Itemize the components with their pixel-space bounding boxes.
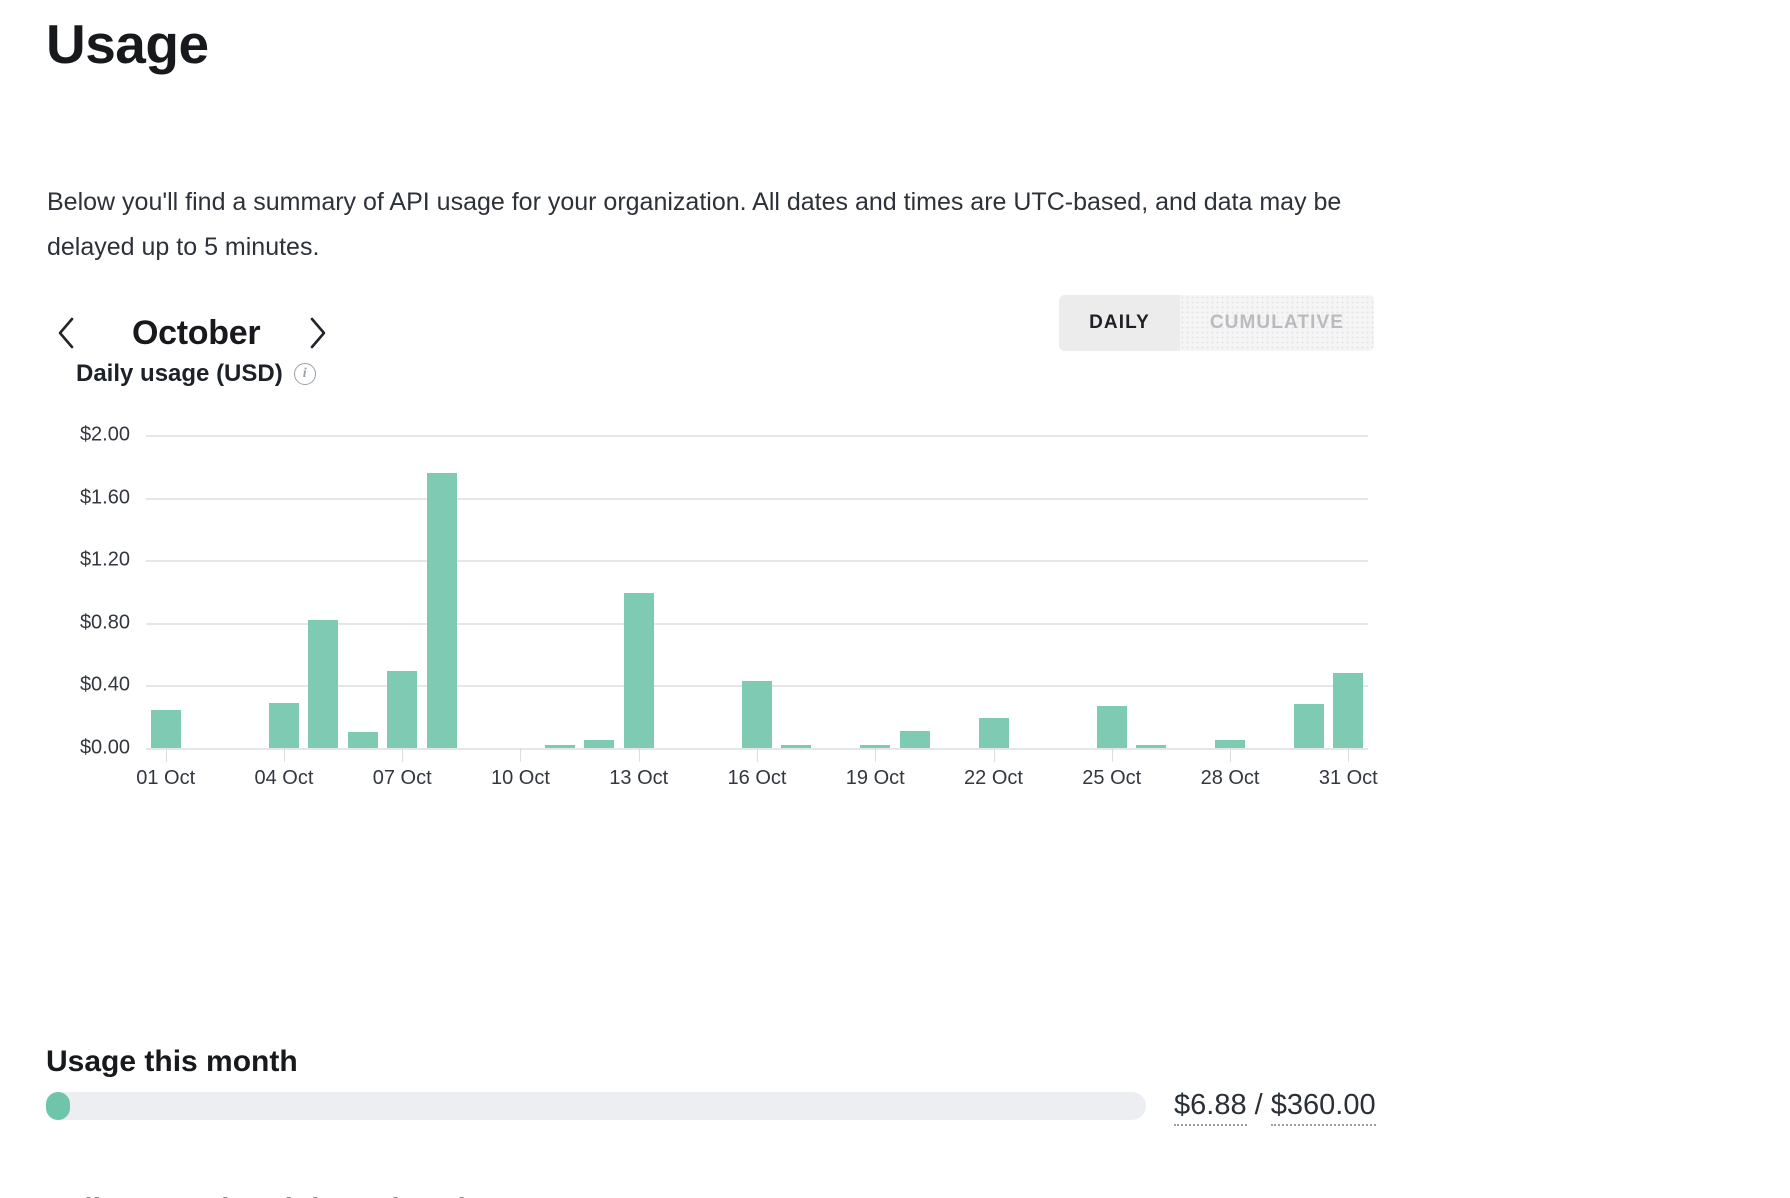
x-axis-tick-label: 25 Oct <box>1082 767 1141 790</box>
x-axis-tick <box>520 748 521 762</box>
x-axis-tick-label: 13 Oct <box>609 767 668 790</box>
y-axis-tick-label: $2.00 <box>20 424 130 447</box>
usage-current-amount: $6.88 <box>1174 1089 1247 1126</box>
chart-bar[interactable] <box>1136 745 1166 748</box>
x-axis-tick <box>284 748 285 762</box>
x-axis-tick-label: 10 Oct <box>491 767 550 790</box>
chart-bar[interactable] <box>1215 740 1245 748</box>
y-axis-tick-label: $0.40 <box>20 674 130 697</box>
x-axis-tick-label: 07 Oct <box>373 767 432 790</box>
chart-bar[interactable] <box>781 745 811 748</box>
page-title: Usage <box>46 12 209 76</box>
chart-bar[interactable] <box>308 620 338 748</box>
x-axis-tick <box>757 748 758 762</box>
chart-bar[interactable] <box>979 718 1009 748</box>
x-axis-tick-label: 31 Oct <box>1319 767 1378 790</box>
x-axis-tick-label: 04 Oct <box>254 767 313 790</box>
toggle-daily[interactable]: DAILY <box>1059 295 1180 351</box>
page-description: Below you'll find a summary of API usage… <box>47 180 1367 269</box>
x-axis-tick-label: 22 Oct <box>964 767 1023 790</box>
x-axis-tick <box>1112 748 1113 762</box>
bar-chart-plot: $0.00$0.40$0.80$1.20$1.60$2.00 01 Oct04 … <box>146 435 1368 748</box>
y-axis-tick-label: $1.20 <box>20 549 130 572</box>
chart-bar[interactable] <box>624 593 654 748</box>
chart-bar[interactable] <box>1333 673 1363 748</box>
usage-progress-row: $6.88 / $360.00 <box>46 1089 1376 1122</box>
chart-bars <box>146 435 1368 748</box>
x-axis-tick <box>402 748 403 762</box>
usage-this-month-title: Usage this month <box>46 1045 298 1079</box>
x-axis-tick <box>1348 748 1349 762</box>
usage-limit-amount: $360.00 <box>1271 1089 1376 1126</box>
toggle-cumulative[interactable]: CUMULATIVE <box>1180 295 1374 351</box>
chart-controls: October DAILY CUMULATIVE <box>44 302 1374 364</box>
x-axis-tick-label: 01 Oct <box>136 767 195 790</box>
y-axis-tick-label: $0.00 <box>20 737 130 760</box>
month-navigator: October <box>44 302 340 364</box>
chart-bar[interactable] <box>545 745 575 748</box>
x-axis-tick <box>639 748 640 762</box>
next-month-button[interactable] <box>296 308 340 358</box>
chart-bar[interactable] <box>269 703 299 748</box>
chart-bar[interactable] <box>387 671 417 748</box>
usage-separator: / <box>1255 1089 1263 1121</box>
y-axis-tick-label: $0.80 <box>20 611 130 634</box>
x-axis-tick <box>1230 748 1231 762</box>
chart-title: Daily usage (USD) <box>76 360 283 388</box>
usage-progress-fill <box>46 1092 70 1120</box>
chart-bar[interactable] <box>427 473 457 748</box>
x-axis-tick-label: 19 Oct <box>846 767 905 790</box>
chart-bar[interactable] <box>900 731 930 748</box>
x-axis-tick-label: 16 Oct <box>728 767 787 790</box>
usage-page: Usage Below you'll find a summary of API… <box>0 0 1790 1198</box>
x-axis-tick <box>994 748 995 762</box>
y-axis-tick-label: $1.60 <box>20 486 130 509</box>
chevron-right-icon <box>308 316 328 350</box>
chevron-left-icon <box>56 316 76 350</box>
chart-heading: Daily usage (USD) i <box>76 360 316 388</box>
chart-bar[interactable] <box>348 732 378 748</box>
chart-bar[interactable] <box>1097 706 1127 748</box>
info-icon[interactable]: i <box>294 363 316 385</box>
daily-usage-breakdown-title: Daily usage breakdown (UTC) <box>46 1193 469 1198</box>
x-axis-tick <box>875 748 876 762</box>
view-mode-toggle: DAILY CUMULATIVE <box>1059 295 1374 351</box>
usage-progress-text: $6.88 / $360.00 <box>1174 1089 1376 1122</box>
chart-bar[interactable] <box>151 710 181 748</box>
x-axis-tick-label: 28 Oct <box>1201 767 1260 790</box>
x-axis-tick <box>166 748 167 762</box>
chart-bar[interactable] <box>742 681 772 748</box>
current-month-label: October <box>88 314 296 353</box>
chart-bar[interactable] <box>584 740 614 748</box>
usage-progress-track <box>46 1092 1146 1120</box>
previous-month-button[interactable] <box>44 308 88 358</box>
chart-bar[interactable] <box>1294 704 1324 748</box>
